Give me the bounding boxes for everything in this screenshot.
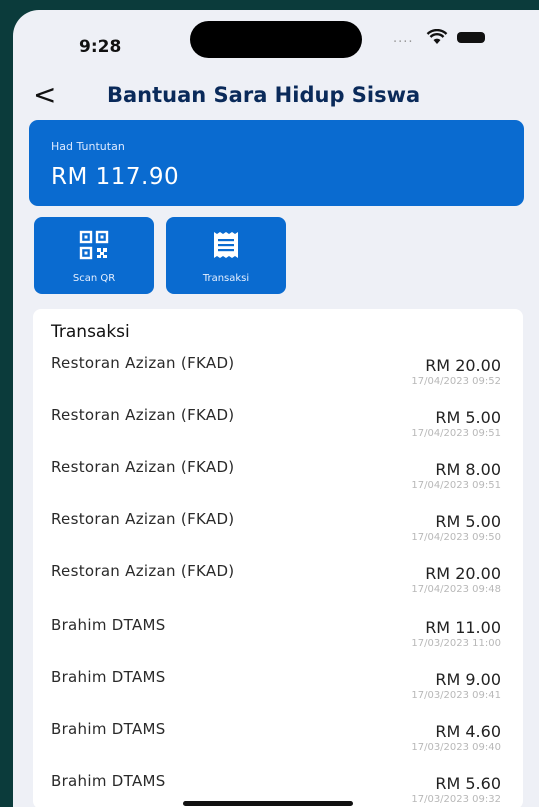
scan-qr-button[interactable]: Scan QR [34, 217, 154, 294]
transaction-time: 17/04/2023 09:51 [411, 480, 501, 491]
transaction-amount: RM 11.00 [425, 618, 501, 637]
receipt-icon [214, 232, 238, 258]
balance-label: Had Tuntutan [51, 140, 125, 153]
transaction-merchant: Restoran Azizan (FKAD) [51, 562, 235, 580]
transaksi-button[interactable]: Transaksi [166, 217, 286, 294]
transaction-time: 17/04/2023 09:51 [411, 428, 501, 439]
transaksi-label: Transaksi [202, 273, 250, 284]
transaction-time: 17/03/2023 09:41 [411, 690, 501, 701]
scan-qr-label: Scan QR [72, 273, 116, 284]
transaction-time: 17/03/2023 09:32 [411, 794, 501, 805]
transaction-row[interactable]: Restoran Azizan (FKAD) RM 20.00 17/04/20… [33, 354, 523, 406]
home-indicator[interactable] [183, 801, 353, 806]
transaction-time: 17/04/2023 09:48 [411, 584, 501, 595]
transaction-row[interactable]: Restoran Azizan (FKAD) RM 8.00 17/04/202… [33, 458, 523, 510]
back-button[interactable]: < [33, 80, 63, 110]
transaction-merchant: Brahim DTAMS [51, 668, 166, 686]
transaction-amount: RM 8.00 [435, 460, 501, 479]
transaction-amount: RM 4.60 [435, 722, 501, 741]
page-title: Bantuan Sara Hidup Siswa [107, 83, 421, 107]
transaction-row[interactable]: Brahim DTAMS RM 9.00 17/03/2023 09:41 [33, 668, 523, 720]
transaction-amount: RM 20.00 [425, 356, 501, 375]
transaction-amount: RM 9.00 [435, 670, 501, 689]
signal-icon: .... [393, 31, 414, 46]
phone-screen: 9:28 .... < Bantuan Sara Hidup Siswa Had… [13, 10, 539, 807]
transaction-amount: RM 5.60 [435, 774, 501, 793]
transaction-row[interactable]: Restoran Azizan (FKAD) RM 5.00 17/04/202… [33, 510, 523, 562]
transaction-amount: RM 5.00 [435, 408, 501, 427]
transaction-merchant: Brahim DTAMS [51, 616, 166, 634]
transaction-merchant: Brahim DTAMS [51, 720, 166, 738]
wifi-icon [426, 29, 448, 44]
transaction-time: 17/03/2023 09:40 [411, 742, 501, 753]
transaction-row[interactable]: Restoran Azizan (FKAD) RM 20.00 17/04/20… [33, 562, 523, 614]
qr-code-icon [79, 230, 109, 260]
transaction-time: 17/04/2023 09:52 [411, 376, 501, 387]
dynamic-island [190, 21, 362, 58]
status-time: 9:28 [79, 37, 122, 57]
transaction-time: 17/03/2023 11:00 [411, 638, 501, 649]
transactions-panel: Transaksi Restoran Azizan (FKAD) RM 20.0… [33, 309, 523, 807]
transaction-amount: RM 5.00 [435, 512, 501, 531]
transaction-merchant: Restoran Azizan (FKAD) [51, 458, 235, 476]
transactions-heading: Transaksi [51, 322, 130, 342]
transaction-row[interactable]: Brahim DTAMS RM 4.60 17/03/2023 09:40 [33, 720, 523, 772]
transaction-row[interactable]: Brahim DTAMS RM 11.00 17/03/2023 11:00 [33, 616, 523, 668]
transaction-merchant: Brahim DTAMS [51, 772, 166, 790]
transaction-merchant: Restoran Azizan (FKAD) [51, 510, 235, 528]
transaction-amount: RM 20.00 [425, 564, 501, 583]
transaction-merchant: Restoran Azizan (FKAD) [51, 354, 235, 372]
battery-icon [457, 32, 485, 43]
transaction-row[interactable]: Restoran Azizan (FKAD) RM 5.00 17/04/202… [33, 406, 523, 458]
balance-amount: RM 117.90 [51, 164, 180, 190]
balance-card: Had Tuntutan RM 117.90 [29, 120, 524, 206]
transaction-time: 17/04/2023 09:50 [411, 532, 501, 543]
transaction-merchant: Restoran Azizan (FKAD) [51, 406, 235, 424]
